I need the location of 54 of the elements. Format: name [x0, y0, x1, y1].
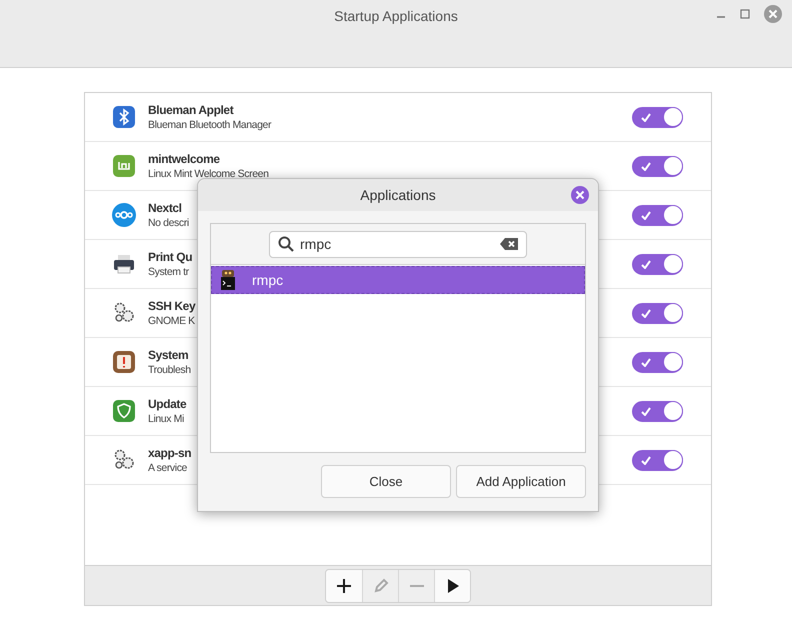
toggle-switch[interactable]	[632, 254, 683, 274]
close-button[interactable]: Close	[321, 465, 451, 498]
search-field[interactable]: rmpc	[269, 230, 527, 258]
app-description: GNOME K	[148, 314, 196, 328]
app-name: mintwelcome	[148, 150, 221, 166]
toggle-switch[interactable]	[632, 400, 683, 422]
app-description: System tr	[148, 264, 190, 280]
app-name: Nextcl	[148, 200, 183, 216]
toggle-switch[interactable]	[632, 450, 683, 470]
add-icon	[336, 578, 352, 594]
app-description: Linux Mint Welcome Screen	[148, 166, 270, 182]
app-description: No descri	[148, 216, 190, 230]
result-item[interactable]: rmpc	[211, 266, 585, 294]
app-description: Blueman Bluetooth Manager	[148, 118, 272, 132]
close-icon[interactable]	[571, 186, 589, 204]
bluetooth-icon	[112, 105, 136, 129]
app-name: Update	[148, 396, 188, 412]
app-name: SSH Key	[148, 298, 196, 314]
check-icon	[641, 112, 651, 122]
warning-icon	[112, 350, 136, 374]
toggle-switch[interactable]	[632, 302, 683, 324]
play-button[interactable]	[434, 570, 470, 602]
add-button[interactable]	[326, 570, 362, 602]
toggle-switch[interactable]	[632, 352, 683, 372]
check-icon	[641, 210, 651, 220]
window-title: Startup Applications	[334, 7, 458, 26]
printer-icon	[112, 252, 136, 276]
check-icon	[641, 308, 651, 318]
terminal-icon	[218, 269, 238, 291]
dialog-title: Applications	[360, 186, 436, 205]
pencil-icon	[372, 578, 388, 594]
check-icon	[641, 358, 651, 366]
app-description: Linux Mi	[148, 412, 185, 426]
shield-icon	[112, 399, 136, 423]
leaf-logo-icon	[112, 154, 136, 178]
search-icon	[278, 236, 294, 252]
app-description: Troublesh	[148, 362, 192, 378]
check-icon	[641, 406, 651, 416]
toggle-switch[interactable]	[632, 204, 683, 226]
maximize-icon[interactable]	[740, 9, 750, 19]
check-icon	[641, 456, 651, 464]
toggle-switch[interactable]	[632, 106, 683, 128]
add-application-button[interactable]: Add Application	[456, 465, 586, 498]
toggle-switch[interactable]	[632, 156, 683, 176]
app-name: xapp-sn	[148, 444, 192, 460]
app-description: A service	[148, 460, 188, 476]
check-icon	[641, 260, 651, 268]
close-icon[interactable]	[764, 5, 782, 23]
app-name: System	[148, 346, 190, 362]
app-name: Print Qu	[148, 248, 194, 264]
app-name: Blueman Applet	[148, 102, 235, 118]
check-icon	[641, 162, 651, 170]
circles-icon	[112, 203, 136, 227]
clear-icon[interactable]	[500, 238, 518, 250]
